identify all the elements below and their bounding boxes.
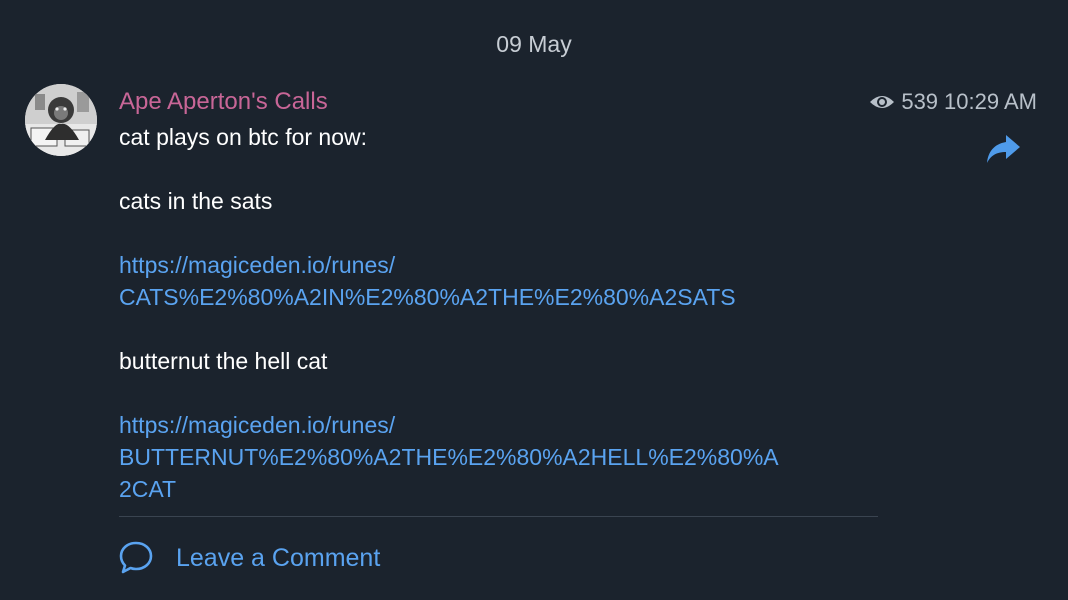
message-body: cat plays on btc for now: cats in the sa… [119,121,879,505]
avatar-image [25,84,97,156]
post-meta: 539 10:29 AM [869,86,1037,118]
comment-bubble-icon [117,539,155,577]
eye-icon [869,92,895,112]
item2-title: butternut the hell cat [119,348,328,374]
date-separator: 09 May [496,31,572,57]
leave-comment-label: Leave a Comment [176,543,381,572]
item1-link-line2[interactable]: CATS%E2%80%A2IN%E2%80%A2THE%E2%80%A2SATS [119,281,879,313]
channel-avatar[interactable] [25,84,97,156]
item1-title: cats in the sats [119,188,273,214]
forward-icon[interactable] [986,133,1022,165]
leave-comment-button[interactable]: Leave a Comment [117,538,380,578]
view-count: 539 [901,89,939,114]
channel-name[interactable]: Ape Aperton's Calls [119,86,328,118]
item2-link-line2[interactable]: BUTTERNUT%E2%80%A2THE%E2%80%A2HELL%E2%80… [119,441,879,473]
item2-link-line1[interactable]: https://magiceden.io/runes/ [119,409,879,441]
divider [119,516,878,517]
item1-link-line1[interactable]: https://magiceden.io/runes/ [119,249,879,281]
post-time: 10:29 AM [944,89,1037,114]
item2-link-line3[interactable]: 2CAT [119,473,879,505]
message-intro: cat plays on btc for now: [119,124,368,150]
